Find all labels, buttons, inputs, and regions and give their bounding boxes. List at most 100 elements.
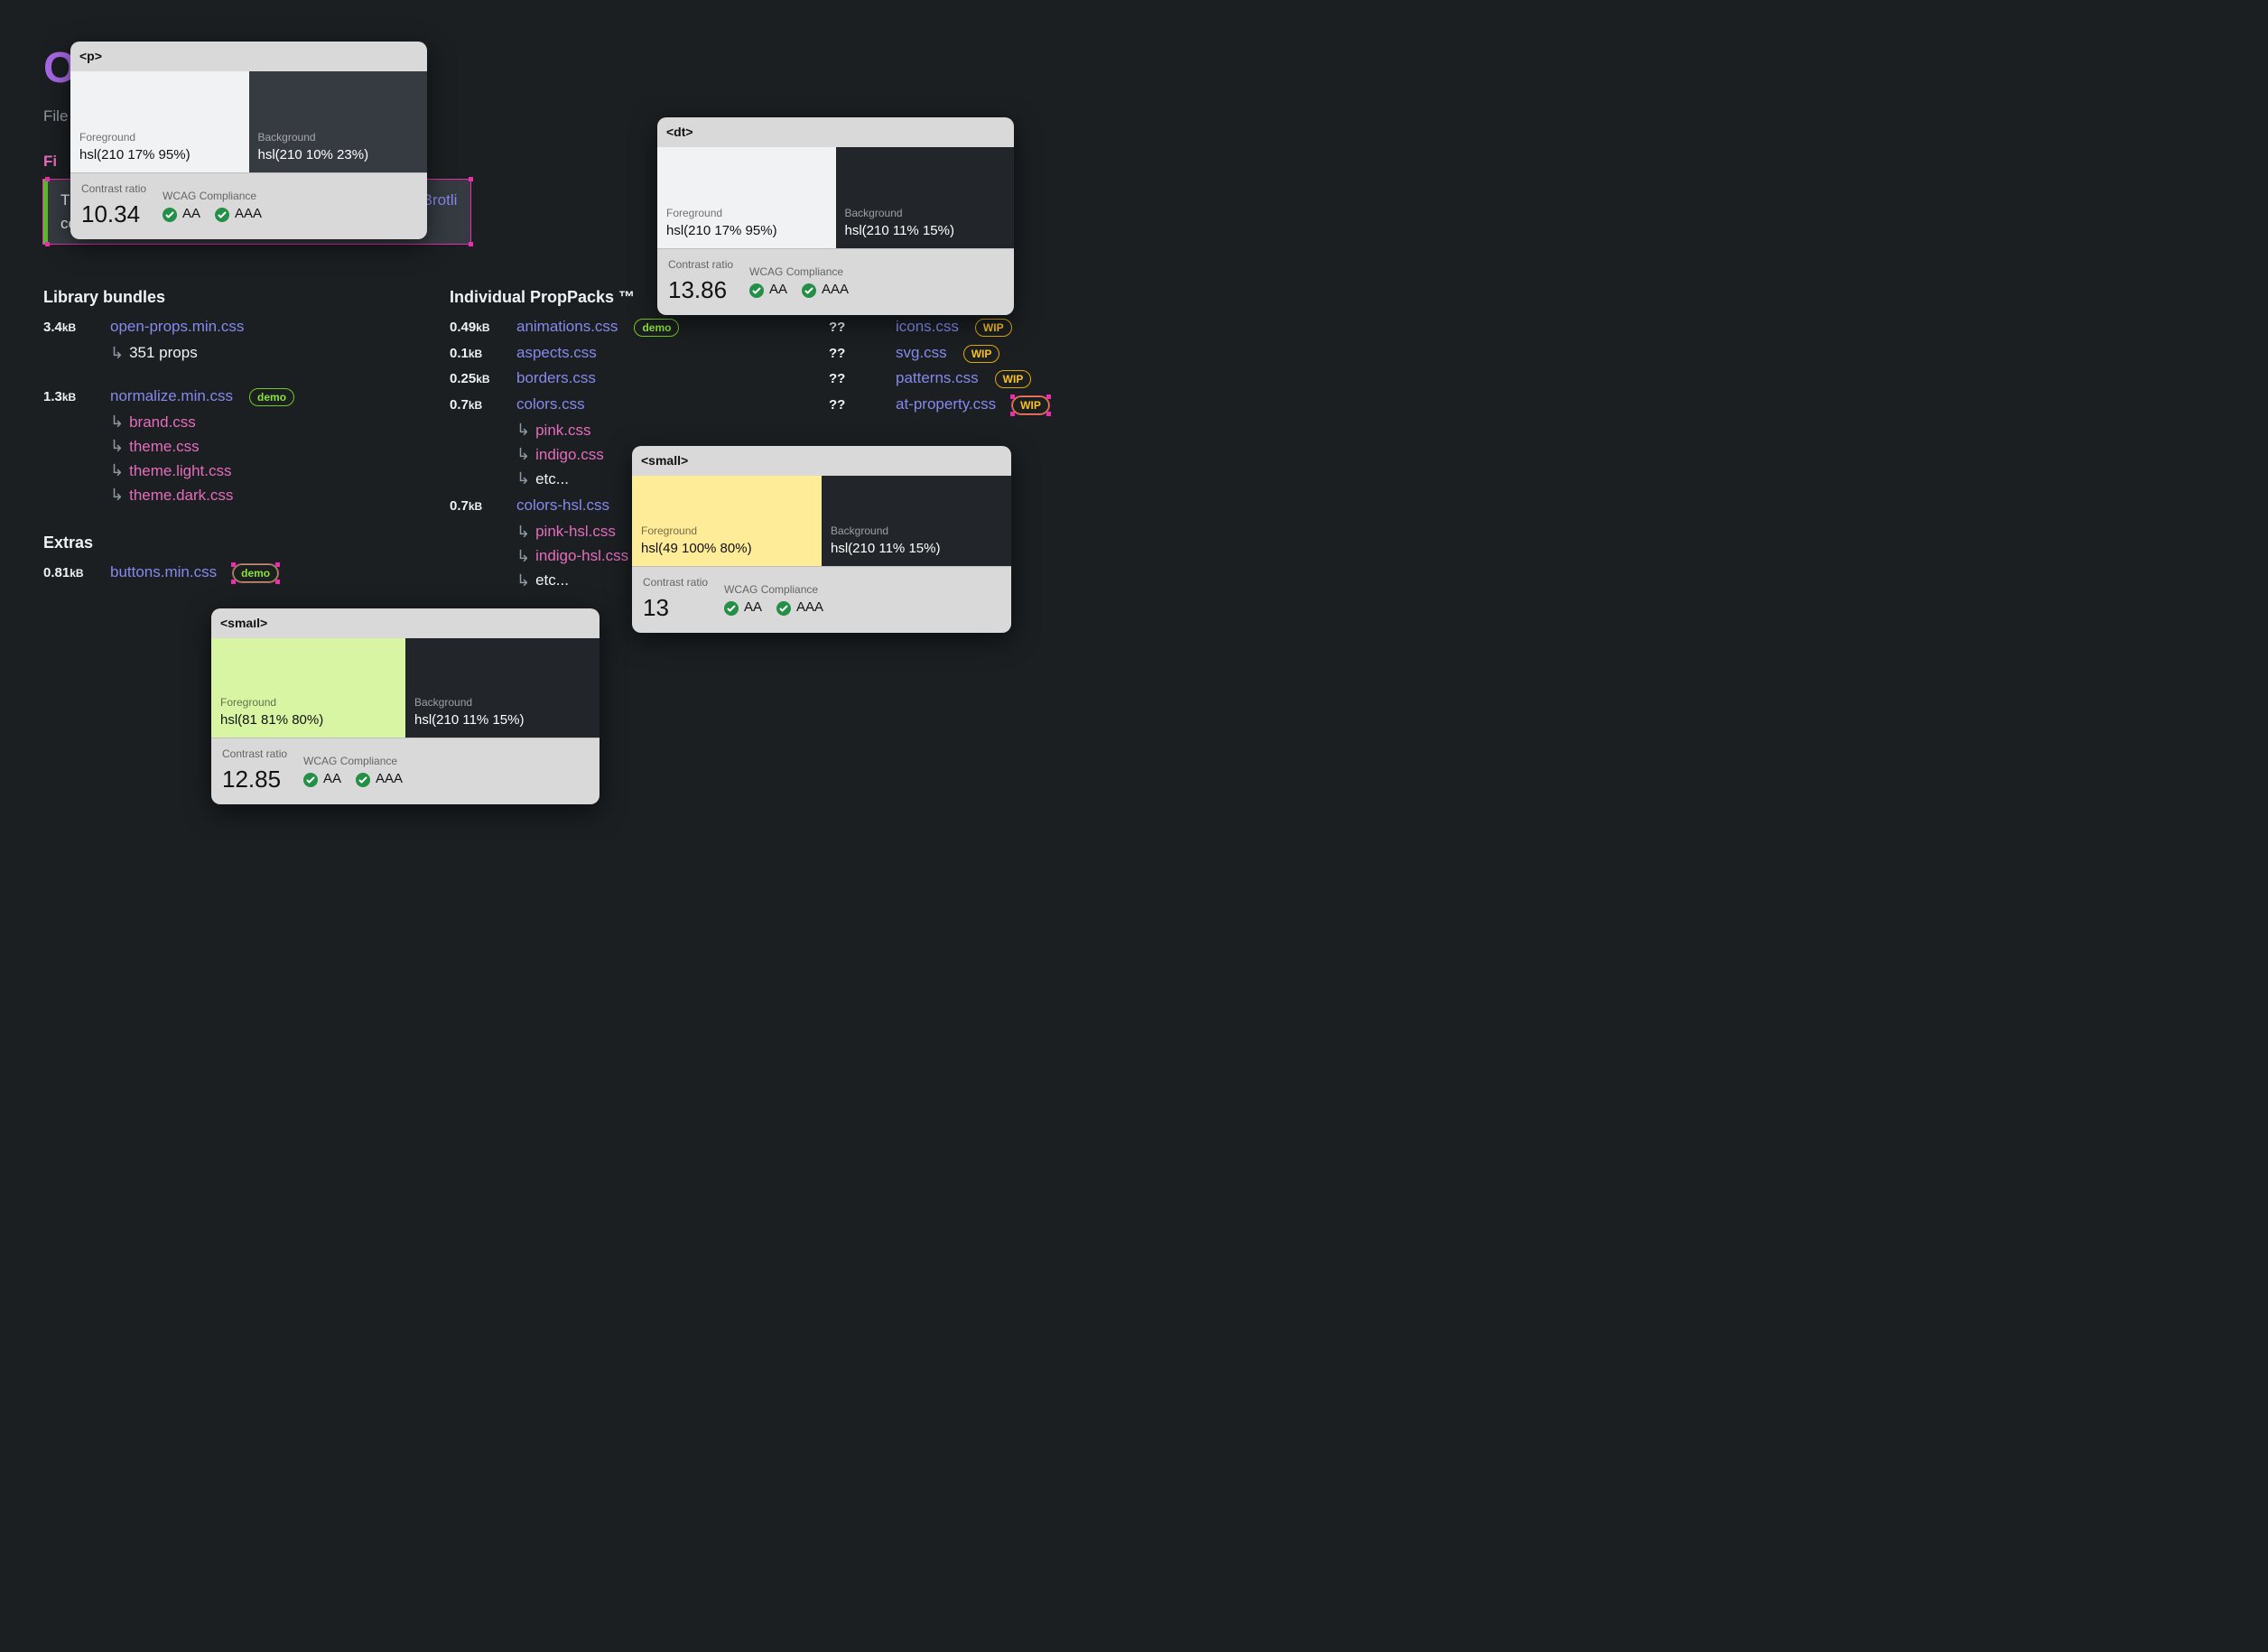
sub-file-link[interactable]: brand.css [129,411,196,434]
file-link[interactable]: icons.css [896,315,959,339]
background-swatch: Background hsl(210 10% 23%) [249,71,428,172]
sub-item: ↳theme.light.css [110,459,386,483]
ratio-value: 10.34 [81,197,146,232]
bg-label: Background [831,523,888,539]
file-link[interactable]: patterns.css [896,367,979,390]
wcag-aaa-check: AAA [215,204,262,225]
inspector-tag: <small> [211,608,600,638]
file-link[interactable]: buttons.min.css [110,561,217,584]
bg-label: Background [258,129,316,145]
fg-value: hsl(210 17% 95%) [666,221,777,242]
file-row: 0.7kB colors.css [450,393,766,416]
sub-file-link[interactable]: theme.css [129,435,199,459]
library-bundles-column: Library bundles 3.4kB open-props.min.css… [43,262,386,593]
wcag-aa-check: AA [749,280,787,301]
ratio-value: 13 [643,590,708,626]
sub-item: ↳brand.css [110,410,386,434]
file-size: 0.49kB [450,318,504,339]
fg-value: hsl(81 81% 80%) [220,710,323,731]
file-link[interactable]: svg.css [896,341,947,365]
ratio-label: Contrast ratio [668,256,733,273]
wcag-label: WCAG Compliance [303,753,403,769]
ratio-value: 13.86 [668,273,733,308]
ratio-label: Contrast ratio [81,181,146,197]
file-size: ?? [829,318,883,339]
wcag-aa-check: AA [303,769,341,790]
file-link[interactable]: open-props.min.css [110,315,244,339]
file-row: 1.3kB normalize.min.css demo [43,385,386,408]
fg-value: hsl(210 17% 95%) [79,145,191,166]
file-size: ?? [829,369,883,390]
arrow-icon: ↳ [110,483,124,507]
demo-badge[interactable]: demo [249,388,294,406]
wcag-aaa-check: AAA [776,598,823,618]
contrast-inspector[interactable]: <small> Foreground hsl(49 100% 80%) Back… [632,446,1011,633]
file-link[interactable]: animations.css [516,315,618,339]
wcag-label: WCAG Compliance [163,188,262,204]
file-row: ?? icons.css WIP [829,315,1100,339]
contrast-inspector[interactable]: <dt> Foreground hsl(210 17% 95%) Backgro… [657,117,1014,315]
arrow-icon: ↳ [110,341,124,366]
brotli-link[interactable]: Brotli [423,191,458,209]
file-size: 1.3kB [43,387,98,408]
file-link[interactable]: borders.css [516,367,596,390]
foreground-swatch: Foreground hsl(81 81% 80%) [211,638,405,738]
sub-file-link[interactable]: indigo.css [535,443,604,467]
file-row: ?? svg.css WIP [829,341,1100,365]
sub-file-link[interactable]: theme.light.css [129,459,231,483]
wip-badge[interactable]: WIP [995,370,1032,388]
sub-file-link[interactable]: pink-hsl.css [535,520,616,543]
ratio-value: 12.85 [222,762,287,797]
demo-badge[interactable]: demo [634,319,679,337]
contrast-inspector[interactable]: <p> Foreground hsl(210 17% 95%) Backgrou… [70,42,427,239]
sub-file-link[interactable]: theme.dark.css [129,484,233,507]
file-size: 3.4kB [43,318,98,339]
extras-heading: Extras [43,531,386,555]
wcag-aaa-check: AAA [356,769,403,790]
file-row: 3.4kB open-props.min.css [43,315,386,339]
bg-value: hsl(210 10% 23%) [258,145,369,166]
file-link[interactable]: at-property.css [896,393,996,416]
file-row: ?? patterns.css WIP [829,367,1100,390]
sub-file-link[interactable]: pink.css [535,419,590,442]
fg-value: hsl(49 100% 80%) [641,539,752,560]
arrow-icon: ↳ [516,442,530,467]
arrow-icon: ↳ [516,544,530,569]
file-size: 0.7kB [450,395,504,416]
contrast-inspector[interactable]: <small> Foreground hsl(81 81% 80%) Backg… [211,608,600,804]
arrow-icon: ↳ [110,459,124,483]
foreground-swatch: Foreground hsl(210 17% 95%) [70,71,249,172]
file-link[interactable]: aspects.css [516,341,597,365]
file-size: 0.25kB [450,369,504,390]
file-size: ?? [829,395,883,416]
file-row: 0.1kB aspects.css [450,341,766,365]
file-row: 0.49kB animations.css demo [450,315,766,339]
foreground-swatch: Foreground hsl(210 17% 95%) [657,147,836,248]
arrow-icon: ↳ [516,418,530,442]
file-link[interactable]: colors.css [516,393,585,416]
sub-file-link[interactable]: indigo-hsl.css [535,544,628,568]
arrow-icon: ↳ [110,434,124,459]
file-size: ?? [829,344,883,365]
wcag-aa-check: AA [724,598,762,618]
file-link[interactable]: colors-hsl.css [516,494,609,517]
wip-badge[interactable]: WIP [1012,396,1049,414]
arrow-icon: ↳ [516,467,530,491]
bg-label: Background [845,205,903,221]
bg-value: hsl(210 11% 15%) [414,710,524,731]
arrow-icon: ↳ [110,410,124,434]
inspector-tag: <dt> [657,117,1014,147]
file-link[interactable]: normalize.min.css [110,385,233,408]
library-bundles-heading: Library bundles [43,285,386,310]
ratio-label: Contrast ratio [222,746,287,762]
file-row: ?? at-property.css WIP [829,393,1100,416]
demo-badge[interactable]: demo [233,564,278,582]
sub-item-text: etc... [535,468,569,491]
file-row: 0.25kB borders.css [450,367,766,390]
wip-badge[interactable]: WIP [975,319,1012,337]
bg-value: hsl(210 11% 15%) [831,539,940,560]
wip-badge[interactable]: WIP [963,345,1000,363]
wcag-label: WCAG Compliance [724,581,823,598]
wcag-aaa-check: AAA [802,280,849,301]
background-swatch: Background hsl(210 11% 15%) [405,638,600,738]
